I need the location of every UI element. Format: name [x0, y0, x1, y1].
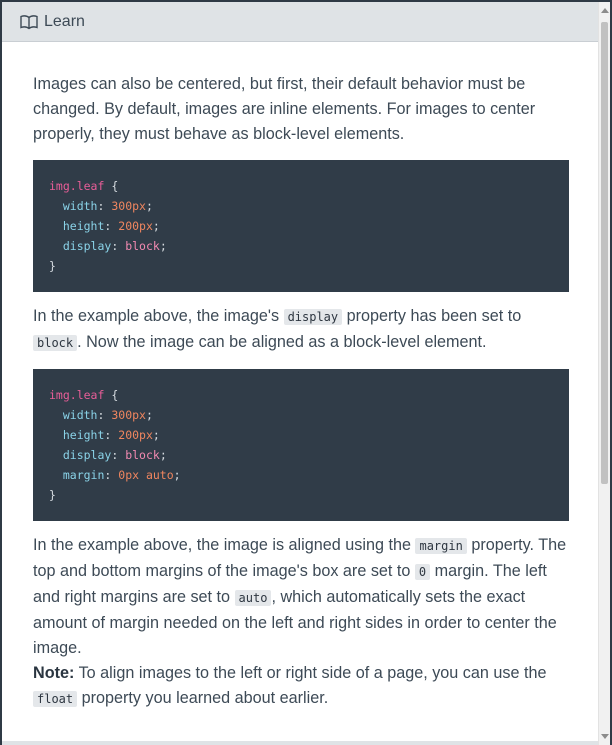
note-label: Note: — [33, 664, 75, 682]
code-value: 200px — [118, 428, 153, 442]
code-selector: img.leaf — [49, 179, 105, 193]
inline-code-auto: auto — [234, 590, 272, 606]
text-segment: property has been set to — [342, 307, 522, 325]
book-icon — [20, 14, 38, 30]
paragraph-margin: In the example above, the image is align… — [33, 533, 569, 661]
code-value: 200px — [118, 219, 153, 233]
code-block-1[interactable]: img.leaf { width: 300px; height: 200px; … — [33, 160, 569, 292]
panel-title: Learn — [44, 12, 85, 30]
learn-panel: Learn Images can also be centered, but f… — [2, 2, 610, 745]
code-value: block — [125, 239, 160, 253]
text-segment: In the example above, the image is align… — [33, 536, 416, 554]
text-segment: . Now the image can be aligned as a bloc… — [77, 333, 487, 351]
intro-paragraph: Images can also be centered, but first, … — [33, 75, 536, 143]
text-segment: property you learned about earlier. — [77, 689, 329, 707]
code-property: width — [62, 199, 98, 213]
inline-code-display: display — [283, 309, 343, 325]
scroll-down-arrow-icon[interactable] — [601, 734, 609, 739]
inline-code-block: block — [33, 335, 78, 351]
code-property: display — [62, 239, 112, 253]
code-value: 0px auto — [118, 468, 174, 482]
code-property: height — [62, 428, 105, 442]
scrollbar-thumb[interactable] — [601, 22, 608, 484]
code-property: width — [62, 408, 98, 422]
paragraph-display: In the example above, the image's displa… — [33, 304, 569, 356]
inline-code-float: float — [33, 691, 78, 707]
panel-header: Learn — [2, 2, 610, 42]
code-value: 300px — [111, 408, 146, 422]
inline-code-zero: 0 — [414, 564, 431, 580]
scroll-up-arrow-icon[interactable] — [601, 8, 609, 13]
code-value: block — [125, 448, 160, 462]
text-segment: To align images to the left or right sid… — [74, 664, 547, 682]
code-property: margin — [62, 468, 105, 482]
bottom-divider — [2, 741, 598, 745]
note-paragraph: Note: To align images to the left or rig… — [33, 661, 569, 712]
code-selector: img.leaf — [49, 388, 105, 402]
code-property: display — [62, 448, 112, 462]
inline-code-margin: margin — [415, 538, 467, 554]
text-segment: In the example above, the image's — [33, 307, 284, 325]
vertical-scrollbar[interactable] — [598, 2, 610, 745]
code-property: height — [62, 219, 105, 233]
code-block-2[interactable]: img.leaf { width: 300px; height: 200px; … — [33, 369, 569, 521]
lesson-content: Images can also be centered, but first, … — [33, 72, 569, 712]
code-value: 300px — [111, 199, 146, 213]
